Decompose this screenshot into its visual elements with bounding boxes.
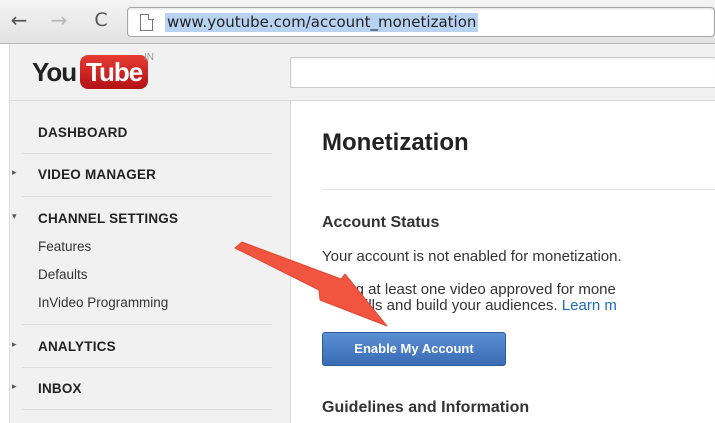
sidebar-divider	[22, 409, 272, 410]
browser-toolbar: ← → C www.youtube.com/account_monetizati…	[0, 0, 715, 44]
sidebar-subitem-features[interactable]: Features	[38, 239, 91, 254]
youtube-logo[interactable]: You Tube IN	[32, 52, 154, 91]
learn-more-link[interactable]: Learn m	[562, 297, 617, 314]
back-arrow-icon[interactable]: ←	[8, 9, 30, 31]
caret-down-icon[interactable]: ▾	[12, 212, 17, 222]
url-text[interactable]: www.youtube.com/account_monetization	[165, 13, 479, 32]
sidebar-divider	[22, 324, 272, 325]
promo-text-line2: skills and build your audiences. Learn m	[350, 297, 617, 314]
sidebar-subitem-invideo-programming[interactable]: InVideo Programming	[38, 295, 168, 310]
caret-right-icon[interactable]: ▸	[12, 168, 17, 178]
sidebar-item-analytics[interactable]: ANALYTICS	[38, 339, 116, 354]
sidebar-item-video-manager[interactable]: VIDEO MANAGER	[38, 167, 156, 182]
caret-right-icon[interactable]: ▸	[12, 382, 17, 392]
sidebar-item-dashboard[interactable]: DASHBOARD	[38, 125, 128, 140]
main-content: Monetization Account Status Your account…	[292, 101, 715, 423]
title-divider	[322, 189, 715, 190]
address-bar[interactable]: www.youtube.com/account_monetization	[127, 7, 715, 37]
sidebar: DASHBOARD ▸ VIDEO MANAGER ▾ CHANNEL SETT…	[9, 101, 291, 423]
page-icon	[140, 13, 154, 31]
page-title: Monetization	[322, 129, 469, 156]
sidebar-divider	[22, 367, 272, 368]
logo-you-text: You	[32, 57, 77, 87]
sidebar-item-inbox[interactable]: INBOX	[38, 381, 82, 396]
forward-arrow-icon[interactable]: →	[48, 9, 70, 31]
guidelines-heading: Guidelines and Information	[322, 399, 530, 416]
youtube-header: You Tube IN	[9, 44, 715, 101]
caret-right-icon[interactable]: ▸	[12, 340, 17, 350]
sidebar-divider	[22, 153, 272, 154]
account-status-heading: Account Status	[322, 214, 440, 231]
sidebar-item-channel-settings[interactable]: CHANNEL SETTINGS	[38, 211, 178, 226]
logo-tube-text: Tube	[80, 55, 149, 89]
promo-text-line2-body: skills and build your audiences.	[350, 297, 558, 314]
search-input[interactable]	[290, 57, 715, 88]
reload-icon[interactable]: C	[90, 9, 112, 31]
promo-text-line1: ing at least one video approved for mone	[344, 281, 616, 298]
sidebar-subitem-defaults[interactable]: Defaults	[38, 267, 88, 282]
enable-my-account-button[interactable]: Enable My Account	[322, 332, 506, 366]
account-status-text: Your account is not enabled for monetiza…	[322, 248, 622, 265]
sidebar-divider	[22, 196, 272, 197]
logo-region-label: IN	[144, 52, 154, 63]
